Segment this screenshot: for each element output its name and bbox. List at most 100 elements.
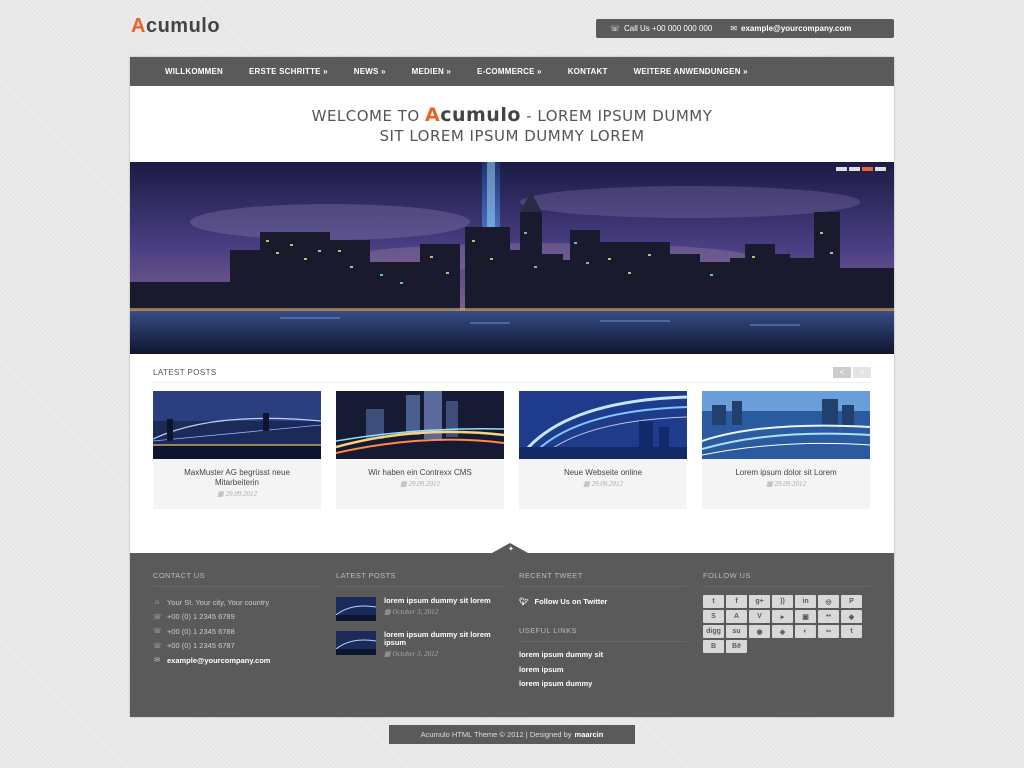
post-card[interactable]: Wir haben ein Contrexx CMS ▦ 29.09.2012	[336, 391, 504, 509]
home-icon: ⌂	[154, 598, 160, 606]
rss-icon[interactable]: ))	[772, 595, 793, 608]
next-arrow-icon[interactable]: >	[853, 367, 871, 378]
slider-pagination	[836, 167, 886, 171]
slider-dot[interactable]	[836, 167, 847, 171]
post-thumbnail[interactable]	[336, 391, 504, 459]
contact-phone-text: Call Us +00 000 000 000	[624, 24, 713, 33]
phone-icon: ☏	[153, 613, 162, 621]
useful-link[interactable]: lorem ipsum	[519, 665, 687, 680]
tumblr-icon[interactable]: t	[841, 625, 862, 638]
logo-text: cumulo	[145, 15, 221, 37]
footer-post-thumbnail[interactable]	[336, 597, 376, 621]
delicious-icon[interactable]: ◆	[841, 610, 862, 623]
copyright-author[interactable]: maarcin	[575, 730, 604, 739]
post-title[interactable]: Wir haben ein Contrexx CMS	[336, 468, 504, 478]
nav-item-kontakt[interactable]: KONTAKT	[555, 67, 621, 76]
google-plus-icon[interactable]: g+	[749, 595, 770, 608]
nav-item-e-commerce[interactable]: E-COMMERCE »	[464, 67, 555, 76]
scroll-up-icon[interactable]: ✦	[508, 545, 514, 553]
dribbble-icon[interactable]: ◎	[818, 595, 839, 608]
flickr-icon[interactable]: ••	[818, 610, 839, 623]
city-skyline-image	[130, 162, 894, 354]
post-title[interactable]: Neue Webseite online	[519, 468, 687, 478]
nav-item-medien[interactable]: MEDIEN »	[399, 67, 464, 76]
slider-dot[interactable]	[849, 167, 860, 171]
pinterest-icon[interactable]: P	[841, 595, 862, 608]
footer-contact: CONTACT US ⌂ Your St. Your city, Your cou…	[153, 571, 321, 668]
nav-item-news[interactable]: NEWS »	[341, 67, 399, 76]
logo-accent: A	[131, 15, 146, 37]
post-thumbnail[interactable]	[702, 391, 870, 459]
footer-recent-tweet-title: RECENT TWEET	[519, 571, 687, 587]
twitter-icon: 🐦︎	[519, 597, 529, 606]
calendar-icon: ▦	[217, 490, 224, 498]
facebook-icon[interactable]: f	[726, 595, 747, 608]
post-title[interactable]: MaxMuster AG begrüsst neue Mitarbeiterin	[153, 468, 321, 488]
calendar-icon: ▦	[384, 650, 391, 658]
myspace-icon[interactable]: ◐	[795, 625, 816, 638]
post-card[interactable]: Neue Webseite online ▦ 29.09.2012	[519, 391, 687, 509]
post-date: ▦ 29.09.2012	[766, 480, 806, 488]
calendar-icon: ▦	[400, 480, 407, 488]
useful-links-list: lorem ipsum dummy sit lorem ipsum lorem …	[519, 650, 687, 694]
follow-twitter-link[interactable]: 🐦︎ Follow Us on Twitter	[519, 597, 687, 606]
calendar-icon: ▦	[384, 608, 391, 616]
post-card[interactable]: MaxMuster AG begrüsst neue Mitarbeiterin…	[153, 391, 321, 509]
stumbleupon-icon[interactable]: su	[726, 625, 747, 638]
skype-icon[interactable]: S	[703, 610, 724, 623]
footer-follow-us: FOLLOW US t f g+)) in ◎ P S A V ▸ ▣ •• ◆ digg su ◉ ◈ ◐ ∞ t B…	[703, 571, 871, 653]
post-title[interactable]: Lorem ipsum dolor sit Lorem	[702, 468, 870, 478]
post-date: ▦ 29.09.2012	[583, 480, 623, 488]
behance-icon[interactable]: Bē	[726, 640, 747, 653]
phone-icon: ☏	[153, 628, 162, 636]
latest-posts-section: LATEST POSTS < > MaxMuster AG begrüsst n…	[153, 367, 871, 509]
footer-post-thumbnail[interactable]	[336, 631, 376, 655]
prev-arrow-icon[interactable]: <	[833, 367, 851, 378]
footer-post-title[interactable]: lorem ipsum dummy sit lorem	[384, 597, 491, 605]
post-date: ▦ 29.09.2012	[400, 480, 440, 488]
slider-dot[interactable]	[875, 167, 886, 171]
blogger-icon[interactable]: B	[703, 640, 724, 653]
slider-dot-active[interactable]	[862, 167, 873, 171]
vimeo-icon[interactable]: V	[749, 610, 770, 623]
nav-item-willkommen[interactable]: WILLKOMMEN	[152, 67, 236, 76]
dropbox-icon[interactable]: ◈	[772, 625, 793, 638]
contact-address: ⌂ Your St. Your city, Your country	[154, 597, 270, 607]
copyright-text: Acumulo HTML Theme © 2012 | Designed by	[420, 730, 572, 739]
latest-posts-header: LATEST POSTS < >	[153, 367, 871, 383]
post-thumbnail[interactable]	[519, 391, 687, 459]
footer-latest-posts: LATEST POSTS lorem ipsum dummy sit lorem…	[336, 571, 504, 658]
forrst-icon[interactable]: A	[726, 610, 747, 623]
digg-icon[interactable]: digg	[703, 625, 724, 638]
contact-email[interactable]: ✉ example@yourcompany.com	[730, 24, 851, 33]
lastfm-icon[interactable]: ∞	[818, 625, 839, 638]
nav-item-weitere-anwendungen[interactable]: WEITERE ANWENDUNGEN »	[621, 67, 761, 76]
footer-post-title[interactable]: lorem ipsum dummy sit lorem ipsum	[384, 631, 504, 647]
linkedin-icon[interactable]: in	[795, 595, 816, 608]
post-card[interactable]: Lorem ipsum dolor sit Lorem ▦ 29.09.2012	[702, 391, 870, 509]
footer-post[interactable]: lorem ipsum dummy sit lorem ▦ October 3,…	[336, 597, 504, 621]
contact-email[interactable]: ✉ example@yourcompany.com	[153, 653, 321, 668]
reddit-icon[interactable]: ◉	[749, 625, 770, 638]
main-nav: WILLKOMMEN ERSTE SCHRITTE » NEWS » MEDIE…	[130, 57, 894, 86]
nav-item-erste-schritte[interactable]: ERSTE SCHRITTE »	[236, 67, 341, 76]
hero-slider[interactable]	[130, 162, 894, 354]
welcome-heading: WELCOME TO Acumulo - LOREM IPSUM DUMMY S…	[130, 105, 894, 146]
welcome-brand: Acumulo	[425, 104, 521, 126]
latest-posts-title: LATEST POSTS	[153, 368, 217, 377]
useful-link[interactable]: lorem ipsum dummy	[519, 679, 687, 694]
latest-posts-arrows: < >	[833, 367, 871, 378]
twitter-icon[interactable]: t	[703, 595, 724, 608]
footer-latest-posts-title: LATEST POSTS	[336, 571, 504, 587]
footer-post[interactable]: lorem ipsum dummy sit lorem ipsum ▦ Octo…	[336, 631, 504, 658]
contact-email-text[interactable]: example@yourcompany.com	[741, 24, 851, 33]
contact-fax: ☏ +00 (0) 1 2345 6787	[153, 641, 235, 651]
picasa-icon[interactable]: ▣	[795, 610, 816, 623]
welcome-suffix: - LOREM IPSUM DUMMY	[526, 107, 713, 125]
site-logo[interactable]: Acumulo	[131, 15, 220, 38]
youtube-icon[interactable]: ▸	[772, 610, 793, 623]
useful-link[interactable]: lorem ipsum dummy sit	[519, 650, 687, 665]
post-thumbnail[interactable]	[153, 391, 321, 459]
welcome-line-2: SIT LOREM IPSUM DUMMY LOREM	[379, 127, 645, 145]
contact-phone-2: ☏ +00 (0) 1 2345 6788	[153, 626, 235, 636]
